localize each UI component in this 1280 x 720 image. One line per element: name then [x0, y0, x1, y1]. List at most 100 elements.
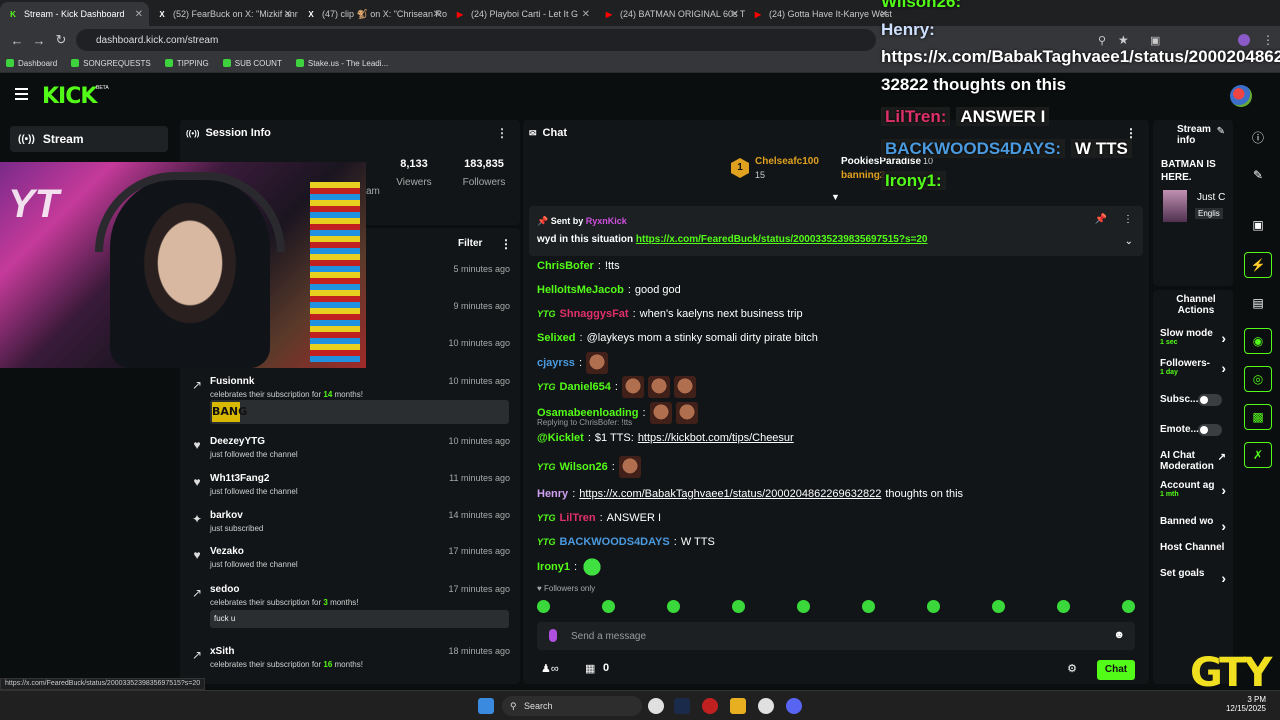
channel-action-item[interactable]: Host Channel — [1160, 542, 1230, 553]
camera-icon[interactable]: ▣ — [1244, 212, 1272, 238]
discord-icon[interactable] — [786, 698, 802, 714]
channel-action-item[interactable]: Slow mode 1 sec › — [1160, 328, 1230, 346]
bookmark-item[interactable]: Dashboard — [6, 59, 57, 68]
folder-icon[interactable] — [730, 698, 746, 714]
activity-username[interactable]: Fusionnk — [210, 376, 254, 387]
channel-action-item[interactable]: Subsc... — [1160, 394, 1230, 406]
steam-icon[interactable] — [674, 698, 690, 714]
url-field[interactable]: dashboard.kick.com/stream — [76, 29, 876, 51]
channel-action-item[interactable]: Emote... — [1160, 424, 1230, 436]
activity-username[interactable]: Wh1t3Fang2 — [210, 473, 269, 484]
filter-button[interactable]: Filter — [458, 238, 482, 249]
chrome-icon[interactable] — [648, 698, 664, 714]
tab-close-icon[interactable]: ✕ — [582, 9, 590, 20]
store-icon[interactable]: ▦ — [585, 662, 595, 675]
channel-action-item[interactable]: Followers- 1 day › — [1160, 358, 1230, 376]
tab-close-icon[interactable]: ✕ — [433, 9, 441, 20]
session-menu-icon[interactable]: ⋮ — [496, 126, 508, 140]
tab-close-icon[interactable]: ✕ — [731, 9, 739, 20]
chat-username[interactable]: Selixed — [537, 332, 576, 344]
chat-username[interactable]: ChrisBofer — [537, 260, 594, 272]
quick-emote[interactable] — [602, 600, 615, 613]
leaderboard-name-1[interactable]: Chelseafc100 — [755, 156, 819, 167]
channel-action-item[interactable]: Account ag 1 mth › — [1160, 480, 1230, 498]
channel-action-item[interactable]: AI Chat Moderation ↗ — [1160, 450, 1230, 472]
chat-username[interactable]: Wilson26 — [560, 461, 608, 473]
chat-username[interactable]: HelloItsMeJacob — [537, 284, 624, 296]
activity-username[interactable]: sedoo — [210, 584, 239, 595]
clock[interactable]: 3 PM 12/15/2025 — [1212, 695, 1266, 713]
bookmark-item[interactable]: SONGREQUESTS — [71, 59, 151, 68]
quick-emote[interactable] — [797, 600, 810, 613]
pinned-menu-icon[interactable]: ⋮ — [1123, 214, 1133, 225]
chat-username[interactable]: cjayrss — [537, 357, 575, 369]
quick-emote[interactable] — [992, 600, 1005, 613]
chat-bubble-icon[interactable]: ◉ — [1244, 328, 1272, 354]
sidebar-item-stream[interactable]: ((•)) Stream — [10, 126, 168, 152]
quick-emote[interactable] — [1122, 600, 1135, 613]
emoji-picker-icon[interactable]: ☻ — [1113, 629, 1125, 641]
pinned-sender-name[interactable]: RyxnKick — [586, 216, 627, 226]
layout-icon[interactable]: ▩ — [1244, 404, 1272, 430]
toggle-switch[interactable] — [1198, 424, 1222, 436]
channel-action-item[interactable]: Banned wo › — [1160, 516, 1230, 534]
taskbar-search[interactable]: ⚲ Search — [502, 696, 642, 716]
toggle-switch[interactable] — [1198, 394, 1222, 406]
forward-icon[interactable]: → — [28, 33, 50, 48]
chat-username[interactable]: Henry — [537, 488, 568, 500]
bookmark-item[interactable]: SUB COUNT — [222, 59, 282, 68]
hamburger-icon[interactable] — [15, 88, 28, 103]
app-icon[interactable] — [702, 698, 718, 714]
quick-emote[interactable] — [1057, 600, 1070, 613]
activity-menu-icon[interactable]: ⋮ — [500, 237, 512, 251]
send-chat-button[interactable]: Chat — [1097, 660, 1135, 680]
browser-tab[interactable]: X (52) FearBuck on X: "Mizkif ann ✕ — [149, 2, 298, 26]
browser-tab[interactable]: ▶ (24) Playboi Carti - Let It G ✕ — [447, 2, 596, 26]
quick-emote[interactable] — [927, 600, 940, 613]
document-icon[interactable]: ▤ — [1244, 290, 1272, 316]
activity-username[interactable]: barkov — [210, 510, 243, 521]
pinned-collapse-icon[interactable]: ⌄ — [1125, 236, 1133, 247]
browser-tab[interactable]: K Stream - Kick Dashboard ✕ — [0, 2, 149, 26]
tab-favicon-icon: X — [159, 9, 165, 19]
users-icon[interactable]: ♟∞ — [541, 662, 559, 675]
quick-emote[interactable] — [862, 600, 875, 613]
channel-action-item[interactable]: Set goals › — [1160, 568, 1230, 586]
session-info-header: ((•)) Session Info — [186, 127, 271, 139]
activity-username[interactable]: DeezeyYTG — [210, 436, 265, 447]
quick-emote[interactable] — [732, 600, 745, 613]
leaderboard-expand-icon[interactable]: ▼ — [831, 192, 840, 202]
chat-username[interactable]: Irony1 — [537, 561, 570, 573]
browser-tab[interactable]: ▶ (24) BATMAN ORIGINAL 60s TV ✕ — [596, 2, 745, 26]
chat-link[interactable]: https://kickbot.com/tips/Cheesur — [638, 432, 794, 444]
kick-logo[interactable]: KICK — [42, 84, 97, 109]
activity-username[interactable]: Vezako — [210, 546, 244, 557]
wrench-icon[interactable]: ✗ — [1244, 442, 1272, 468]
chat-link[interactable]: https://x.com/BabakTaghvaee1/status/2000… — [579, 488, 881, 500]
reload-icon[interactable]: ↻ — [50, 32, 72, 48]
chat-settings-icon[interactable]: ⚙ — [1067, 662, 1077, 675]
tab-close-icon[interactable]: ✕ — [284, 9, 292, 20]
microphone-icon[interactable] — [549, 629, 557, 642]
pin-icon[interactable]: 📌 — [1095, 214, 1107, 225]
chat-username[interactable]: LilTren — [560, 512, 596, 524]
pinned-link[interactable]: https://x.com/FearedBuck/status/20003352… — [636, 234, 928, 245]
lightning-icon[interactable]: ⚡ — [1244, 252, 1272, 278]
tab-close-icon[interactable]: ✕ — [135, 9, 143, 20]
chat-username[interactable]: ShnaggysFat — [560, 308, 629, 320]
chat-username[interactable]: @Kicklet — [537, 432, 584, 444]
start-icon[interactable] — [478, 698, 494, 714]
chrome-icon-2[interactable] — [758, 698, 774, 714]
browser-tab[interactable]: X (47) clip 🐒 on X: "Chrisean Ro ✕ — [298, 2, 447, 26]
chat-username[interactable]: BACKWOODS4DAYS — [560, 536, 670, 548]
quick-emote[interactable] — [667, 600, 680, 613]
chat-username[interactable]: Daniel654 — [560, 381, 611, 393]
bookmark-item[interactable]: TIPPING — [164, 59, 209, 68]
browser-tab[interactable]: ▶ (24) Gotta Have It-Kanye West ✕ — [745, 2, 894, 26]
chat-message-input[interactable]: Send a message ☻ — [537, 622, 1135, 650]
back-icon[interactable]: ← — [6, 33, 28, 48]
quick-emote[interactable] — [537, 600, 550, 613]
broadcast-rail-icon[interactable]: ◎ — [1244, 366, 1272, 392]
bookmark-item[interactable]: Stake.us - The Leadi... — [295, 59, 388, 68]
activity-username[interactable]: xSith — [210, 646, 234, 657]
